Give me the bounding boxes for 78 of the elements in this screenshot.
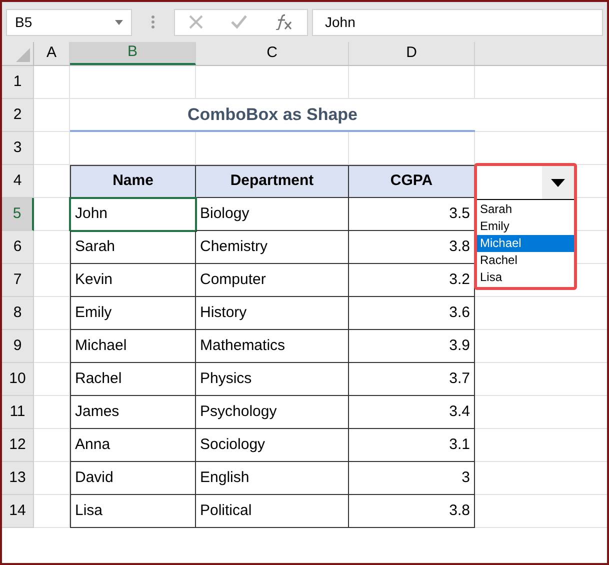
table-cell: 3: [349, 462, 475, 495]
sheet-title: ComboBox as Shape: [187, 104, 358, 126]
table-header: CGPA: [349, 165, 475, 198]
table-cell: 3.1: [349, 429, 475, 462]
table-cell: Kevin: [70, 264, 196, 297]
formula-field[interactable]: John: [312, 8, 603, 36]
grid-cell[interactable]: [34, 495, 70, 528]
row-header[interactable]: 10: [2, 363, 34, 396]
row-header[interactable]: 9: [2, 330, 34, 363]
column-header[interactable]: D: [349, 42, 475, 65]
table-cell: Anna: [70, 429, 196, 462]
row-header[interactable]: 13: [2, 462, 34, 495]
row-header[interactable]: 6: [2, 231, 34, 264]
list-item[interactable]: Rachel: [477, 252, 574, 269]
column-header[interactable]: C: [196, 42, 349, 65]
grid-cell[interactable]: [34, 429, 70, 462]
function-icon[interactable]: [275, 14, 293, 30]
caret-icon: [551, 178, 565, 186]
table-cell: Chemistry: [196, 231, 349, 264]
name-box[interactable]: B5: [6, 8, 132, 36]
table-cell: Biology: [196, 198, 349, 231]
table-cell: 3.4: [349, 396, 475, 429]
row-header[interactable]: 11: [2, 396, 34, 429]
grid-cell[interactable]: [34, 363, 70, 396]
list-item[interactable]: Emily: [477, 218, 574, 235]
grid-cell[interactable]: [70, 66, 196, 99]
combobox-dropdown-menu[interactable]: Sarah Emily Michael Rachel Lisa: [474, 163, 577, 290]
row-header[interactable]: 5: [2, 198, 34, 231]
caret-icon: [115, 20, 123, 24]
table-cell: Emily: [70, 297, 196, 330]
row-header[interactable]: 7: [2, 264, 34, 297]
row-header[interactable]: 2: [2, 99, 34, 132]
grid-cell[interactable]: [34, 297, 70, 330]
grid-cell[interactable]: [34, 99, 70, 132]
table-header: Name: [70, 165, 196, 198]
table-cell: Mathematics: [196, 330, 349, 363]
table-cell: James: [70, 396, 196, 429]
row-header[interactable]: 12: [2, 429, 34, 462]
table-cell: Physics: [196, 363, 349, 396]
table-cell: Rachel: [70, 363, 196, 396]
row-header[interactable]: 8: [2, 297, 34, 330]
grid-cell[interactable]: [34, 132, 70, 165]
grid-cell[interactable]: [34, 330, 70, 363]
table-cell: English: [196, 462, 349, 495]
table-cell: Sarah: [70, 231, 196, 264]
table-cell: Sociology: [196, 429, 349, 462]
list-item[interactable]: Lisa: [477, 269, 574, 286]
table-cell: 3.8: [349, 495, 475, 528]
dropdown-button[interactable]: [542, 166, 574, 199]
table-cell: Political: [196, 495, 349, 528]
check-icon[interactable]: [231, 15, 247, 29]
table-cell: Computer: [196, 264, 349, 297]
cancel-icon[interactable]: [189, 15, 203, 29]
table-cell: Psychology: [196, 396, 349, 429]
table-cell: Michael: [70, 330, 196, 363]
list-item[interactable]: Michael: [477, 235, 574, 252]
row-header[interactable]: 3: [2, 132, 34, 165]
grid-cell[interactable]: [196, 66, 349, 99]
table-cell: 3.9: [349, 330, 475, 363]
column-header[interactable]: B: [70, 42, 196, 65]
grid-cell[interactable]: [34, 66, 70, 99]
grid-cell[interactable]: [34, 462, 70, 495]
table-cell: History: [196, 297, 349, 330]
table-cell: Lisa: [70, 495, 196, 528]
row-header[interactable]: 4: [2, 165, 34, 198]
table-cell: John: [70, 198, 196, 231]
table-header: Department: [196, 165, 349, 198]
grid-cell[interactable]: [34, 396, 70, 429]
grid-cell[interactable]: [34, 264, 70, 297]
table-cell: David: [70, 462, 196, 495]
list-item[interactable]: Sarah: [477, 201, 574, 218]
row-header[interactable]: 1: [2, 66, 34, 99]
grid-cell[interactable]: [34, 231, 70, 264]
triangle-icon: [16, 48, 30, 62]
grid-cell[interactable]: [349, 66, 475, 99]
table-cell: 3.7: [349, 363, 475, 396]
table-cell: 3.6: [349, 297, 475, 330]
row-header[interactable]: 14: [2, 495, 34, 528]
